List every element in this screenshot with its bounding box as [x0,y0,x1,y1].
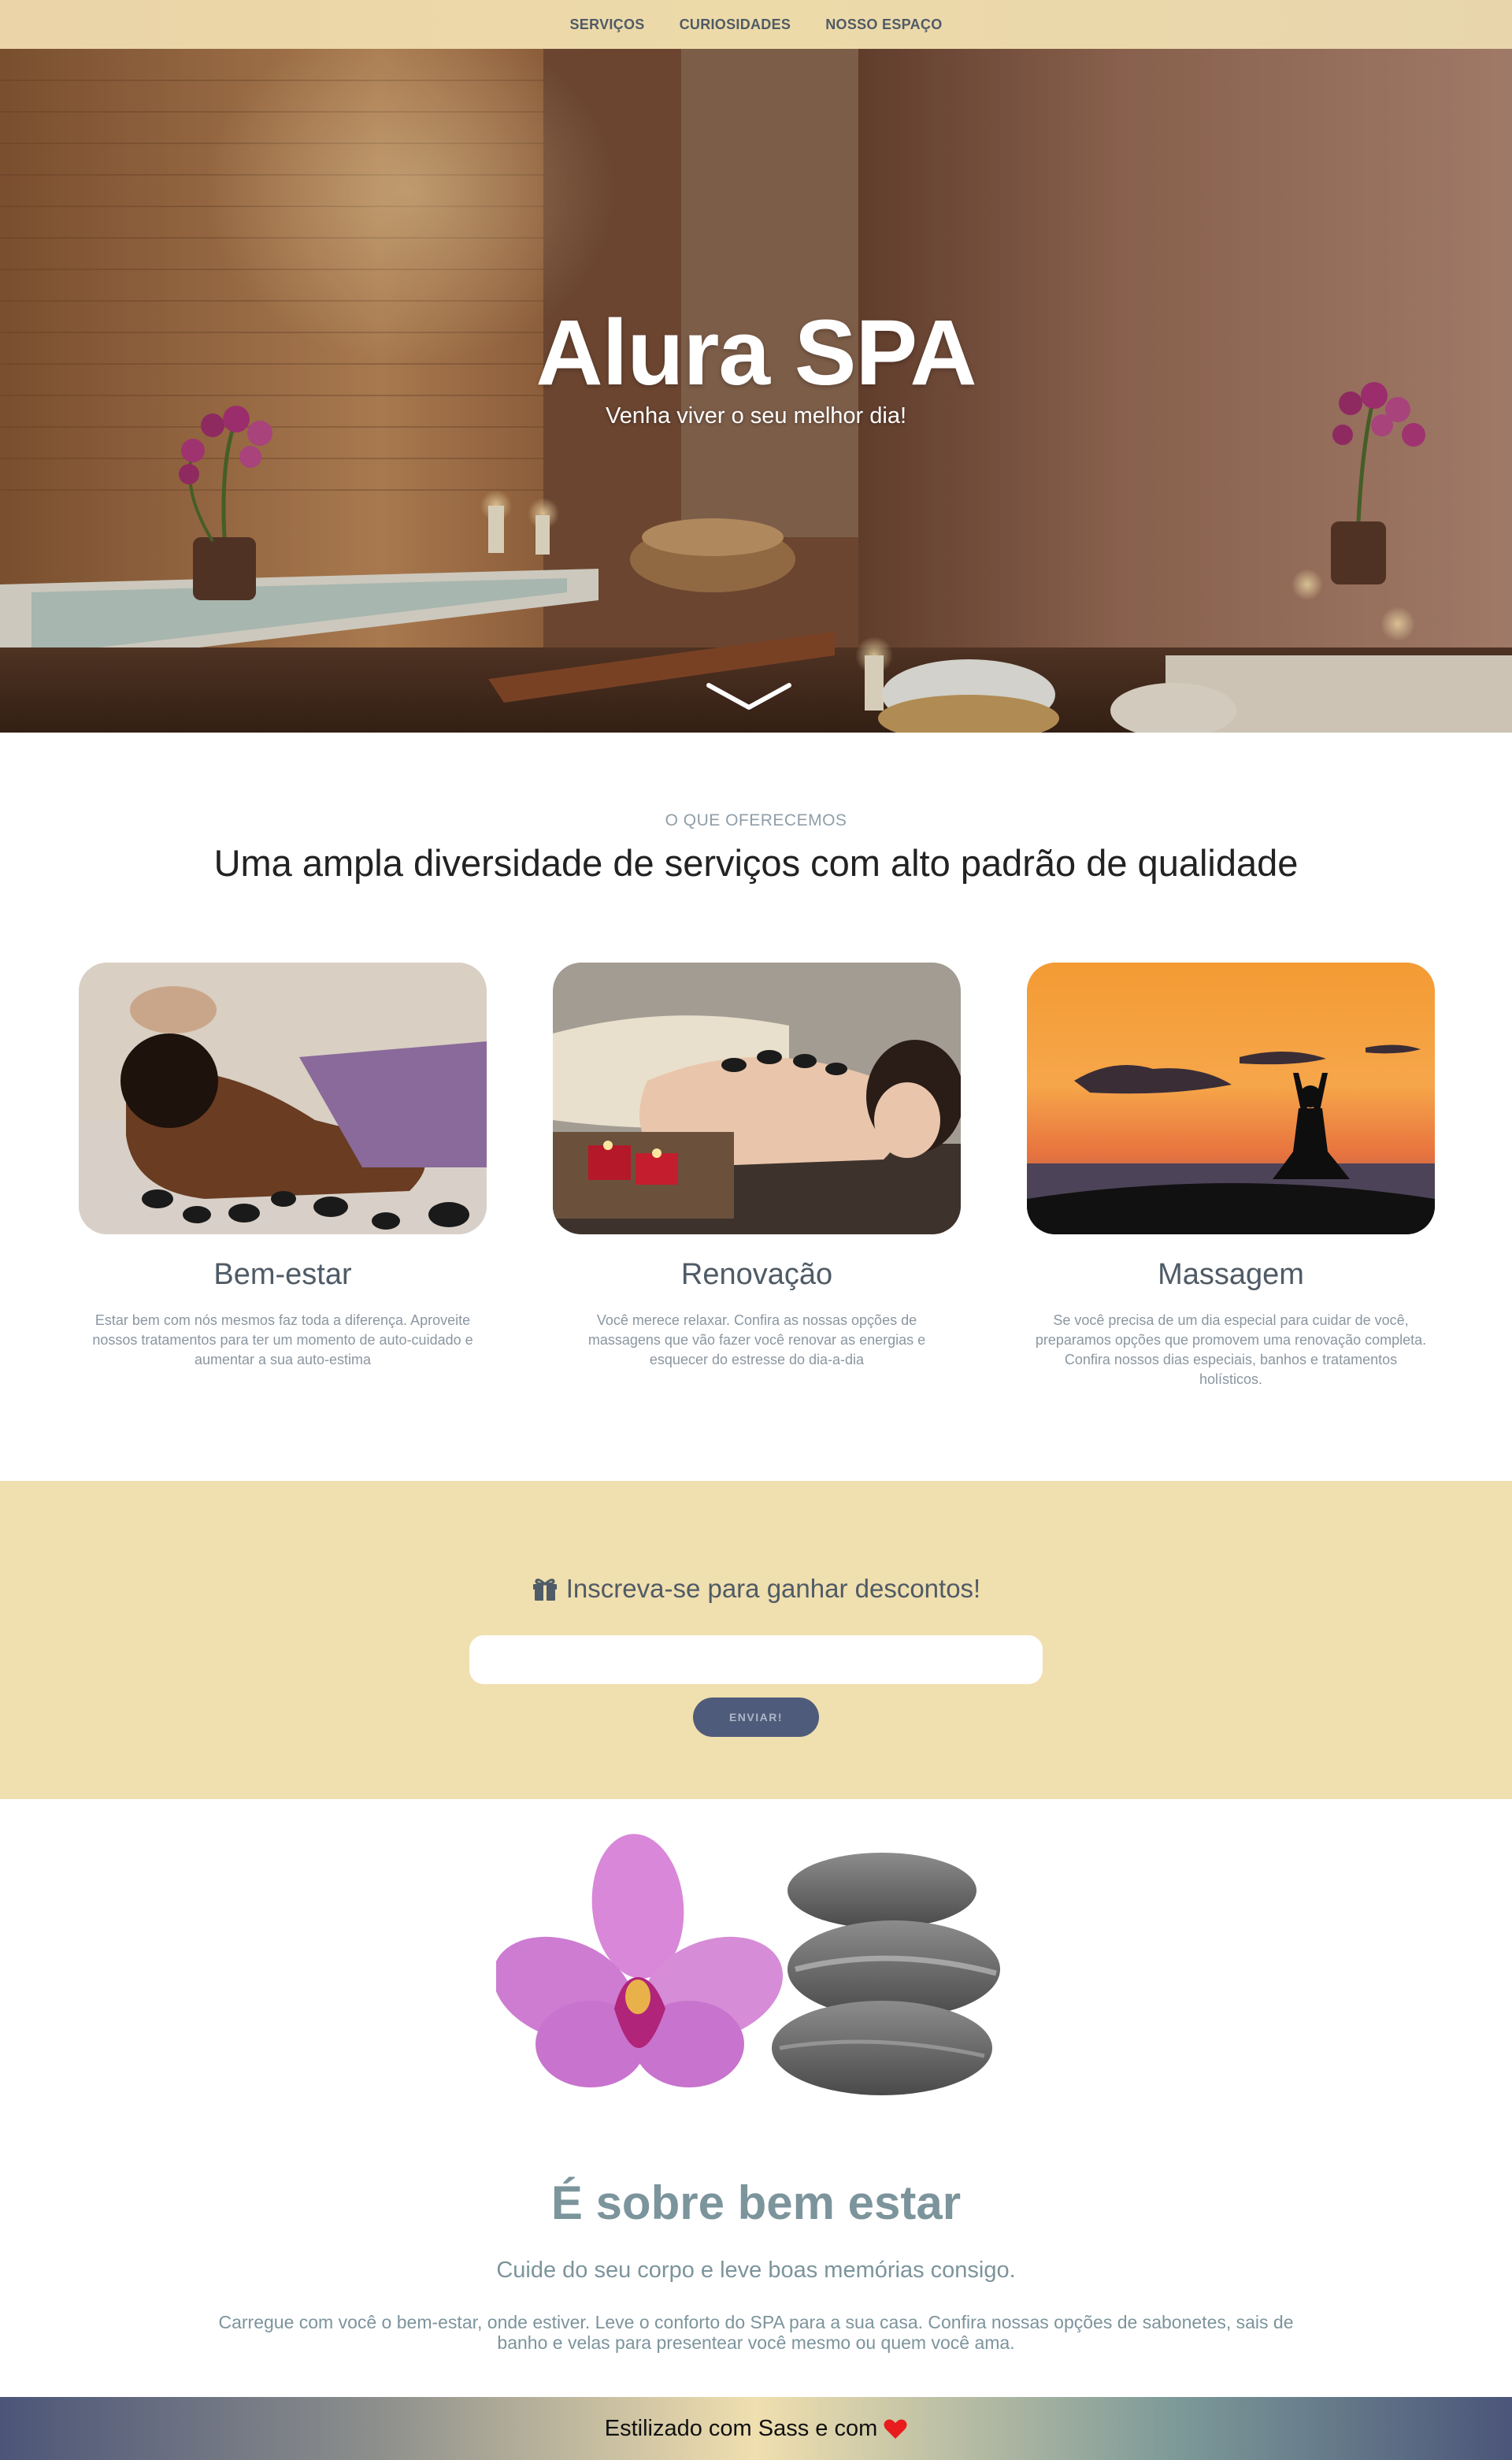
service-card-title: Massagem [1158,1258,1304,1291]
footer-text: Estilizado com Sass e com [604,2415,878,2441]
service-card-massagem: Massagem Se você precisa de um dia espec… [1027,963,1435,1390]
service-card-text: Estar bem com nós mesmos faz toda a dife… [92,1312,473,1367]
services-heading: Uma ampla diversidade de serviços com al… [213,842,1299,884]
submit-button[interactable]: ENVIAR! [693,1698,819,1737]
hero-subtitle: Venha viver o seu melhor dia! [605,403,907,429]
service-card-text: Você merece relaxar. Confira as nossas o… [587,1312,926,1367]
service-card-bem-estar: Bem-estar Estar bem com nós mesmos faz t… [79,963,487,1370]
services-kicker: O QUE OFERECEMOS [665,811,847,829]
service-card-renovacao: Renovação Você merece relaxar. Confira a… [553,963,961,1370]
orchid-and-stones-image [496,1834,1000,2095]
gift-icon [532,1579,557,1601]
heart-icon [884,2419,907,2439]
subscribe-heading: Inscreva-se para ganhar descontos! [0,1574,1512,1604]
subscribe-title: Inscreva-se para ganhar descontos! [565,1574,981,1603]
nav-link-nosso-espaco[interactable]: NOSSO ESPAÇO [825,17,942,33]
service-photo-back-stones [553,963,961,1234]
nav-link-servicos[interactable]: SERVIÇOS [569,17,644,33]
service-card-title: Bem-estar [213,1258,352,1291]
chevron-down-icon[interactable] [706,681,792,712]
service-photo-yoga-sunset [1027,963,1435,1234]
service-card-title: Renovação [680,1258,833,1291]
email-field[interactable] [469,1635,1043,1684]
hero-banner: Alura SPA Venha viver o seu melhor dia! [0,49,1512,733]
wellness-subtitle: Cuide do seu corpo e leve boas memórias … [496,2258,1016,2283]
hero-title: Alura SPA [536,301,976,405]
service-photo-hot-stone-massage [79,963,487,1234]
wellness-text: Carregue com você o bem-estar, onde esti… [218,2312,1294,2353]
wellness-title: É sobre bem estar [550,2176,962,2229]
top-navigation: SERVIÇOS CURIOSIDADES NOSSO ESPAÇO [0,0,1512,49]
nav-link-curiosidades[interactable]: CURIOSIDADES [680,17,791,33]
footer: Estilizado com Sass e com [0,2397,1512,2460]
subscribe-section: Inscreva-se para ganhar descontos! ENVIA… [0,1481,1512,1799]
service-card-text: Se você precisa de um dia especial para … [1035,1312,1427,1387]
